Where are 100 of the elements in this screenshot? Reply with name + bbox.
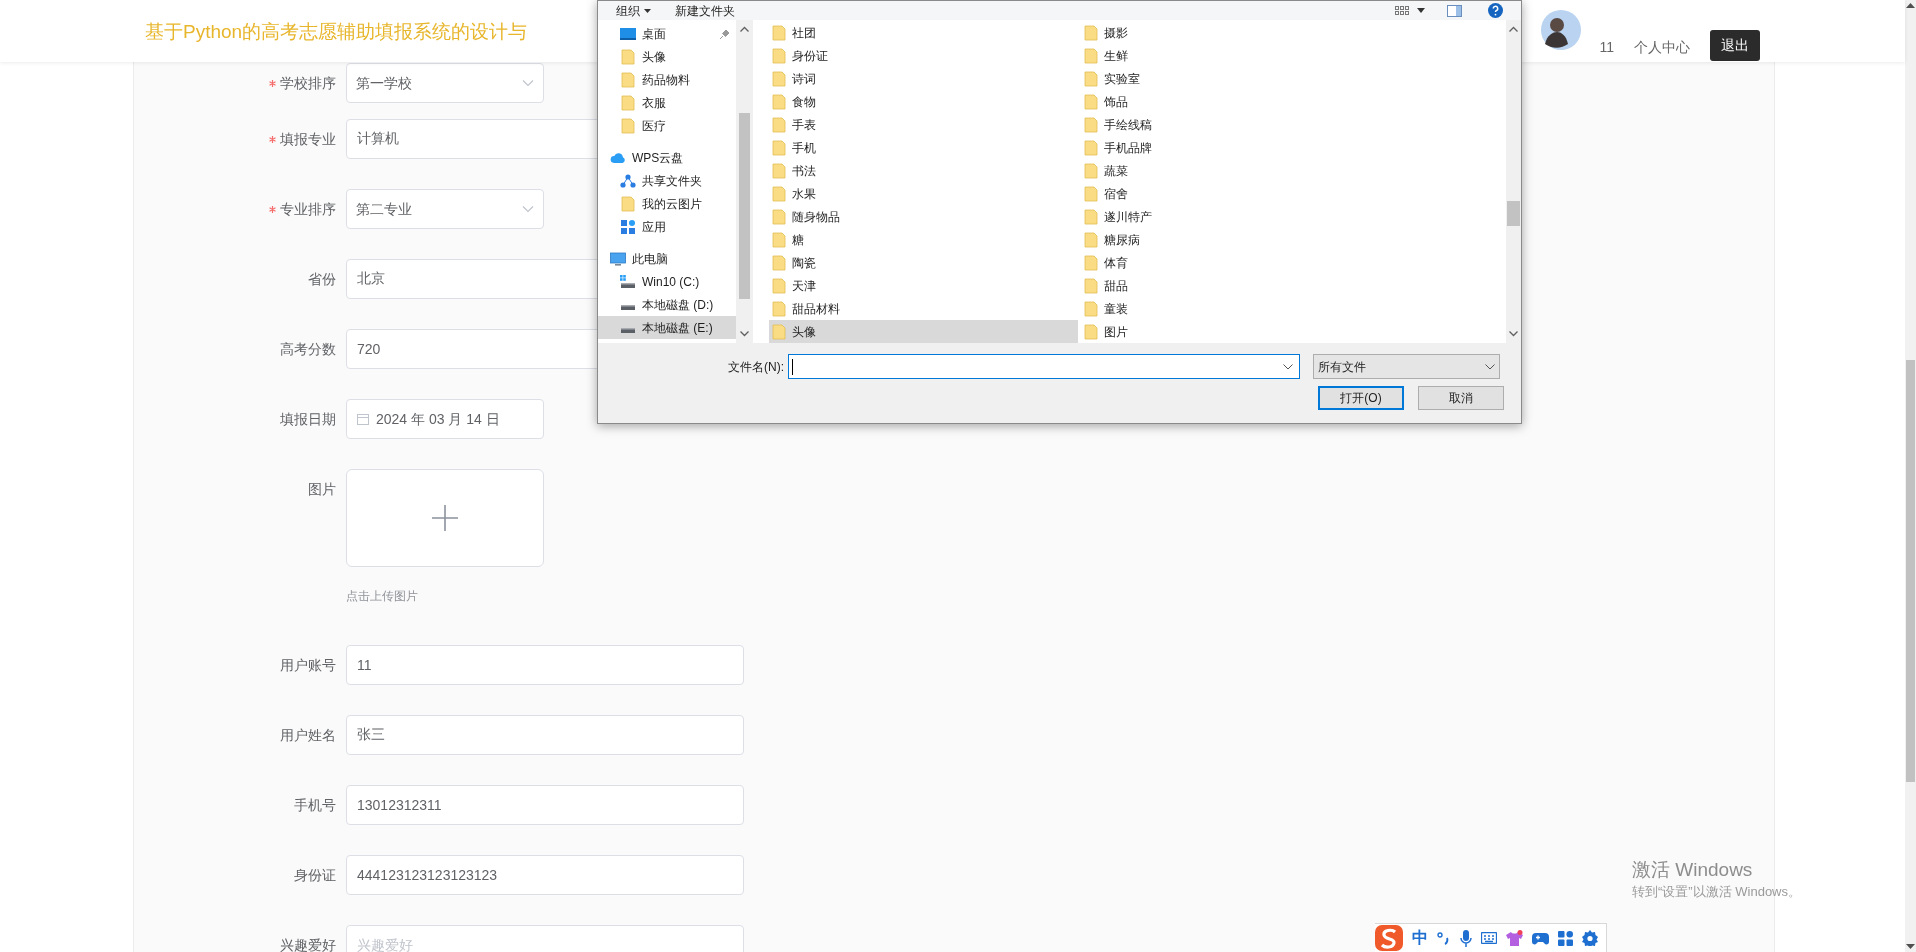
filename-field[interactable] — [788, 354, 1300, 379]
dialog-button[interactable]: 取消 — [1418, 386, 1504, 410]
nav-item[interactable]: 衣服 — [598, 91, 736, 114]
scroll-up-icon[interactable] — [1509, 26, 1518, 32]
file-item[interactable]: 社团 — [769, 21, 1081, 44]
nav-item[interactable]: 头像 — [598, 45, 736, 68]
scroll-down-icon[interactable] — [740, 331, 749, 337]
select-field[interactable]: 第二专业 — [346, 189, 544, 229]
file-item[interactable]: 饰品 — [1081, 90, 1506, 113]
dialog-button[interactable]: 打开(O) — [1318, 386, 1404, 410]
scroll-up-icon[interactable] — [740, 26, 749, 32]
file-item[interactable]: 生鲜 — [1081, 44, 1506, 67]
field-label: 身份证 — [294, 865, 336, 885]
field-label: 填报专业 — [280, 129, 336, 149]
keyboard-icon[interactable] — [1481, 932, 1497, 944]
nav-item[interactable]: 应用 — [598, 215, 736, 238]
input-mode[interactable]: 中 — [1412, 926, 1428, 950]
avatar-icon — [1541, 10, 1582, 50]
nav-item[interactable]: 共享文件夹 — [598, 169, 736, 192]
folder-icon — [1083, 254, 1099, 271]
field-label: 用户账号 — [280, 655, 336, 675]
toolbar-button[interactable]: 新建文件夹 — [675, 2, 735, 19]
field-label: 高考分数 — [280, 339, 336, 359]
nav-item[interactable]: Win10 (C:) — [598, 270, 736, 293]
file-item[interactable]: 体育 — [1081, 251, 1506, 274]
file-item[interactable]: 摄影 — [1081, 21, 1506, 44]
file-item[interactable]: 童装 — [1081, 297, 1506, 320]
field-label: 省份 — [308, 269, 336, 289]
file-type-dropdown[interactable]: 所有文件 — [1313, 354, 1500, 379]
help-icon[interactable] — [1488, 3, 1503, 18]
select-field[interactable]: 第一学校 — [346, 63, 544, 103]
logout-button[interactable]: 退出 — [1710, 30, 1760, 61]
nav-item[interactable]: 药品物料 — [598, 68, 736, 91]
file-item[interactable]: 手表 — [769, 113, 1081, 136]
toolbar-button[interactable]: 组织 — [616, 2, 651, 19]
scrollbar-thumb[interactable] — [1906, 360, 1915, 782]
nav-item[interactable]: 我的云图片 — [598, 192, 736, 215]
apps-icon[interactable] — [1558, 930, 1573, 946]
folder-icon — [620, 117, 636, 134]
chevron-down-icon — [1283, 363, 1293, 370]
file-item[interactable]: 身份证 — [769, 44, 1081, 67]
file-item[interactable]: 水果 — [769, 182, 1081, 205]
folder-icon — [771, 24, 787, 41]
nav-scrollbar[interactable] — [736, 20, 753, 343]
scroll-down-icon[interactable] — [1906, 944, 1915, 950]
file-item[interactable]: 甜品材料 — [769, 297, 1081, 320]
punctuation-icon[interactable] — [1437, 931, 1451, 945]
list-scrollbar[interactable] — [1506, 20, 1521, 343]
profile-link[interactable]: 个人中心 — [1634, 37, 1690, 58]
nav-item[interactable]: 桌面 — [598, 22, 736, 45]
scroll-up-icon[interactable] — [1906, 2, 1915, 8]
folder-icon — [1083, 139, 1099, 156]
folder-icon — [1083, 208, 1099, 225]
input-field[interactable]: 张三 — [346, 715, 744, 755]
file-item[interactable]: 随身物品 — [769, 205, 1081, 228]
preview-pane-icon[interactable] — [1447, 4, 1462, 17]
shirt-icon[interactable] — [1506, 930, 1523, 946]
field-label: 学校排序 — [280, 73, 336, 93]
caret-icon[interactable] — [1417, 8, 1425, 13]
plus-icon — [432, 505, 458, 531]
file-item[interactable]: 诗词 — [769, 67, 1081, 90]
nav-item[interactable]: 本地磁盘 (E:) — [598, 316, 736, 339]
folder-icon — [1083, 47, 1099, 64]
folder-icon — [771, 47, 787, 64]
input-field[interactable]: 11 — [346, 645, 744, 685]
file-item[interactable]: 书法 — [769, 159, 1081, 182]
file-item[interactable]: 手机 — [769, 136, 1081, 159]
file-item[interactable]: 头像 — [769, 320, 1078, 343]
folder-icon — [1083, 185, 1099, 202]
logo-icon[interactable] — [1375, 925, 1403, 951]
file-item[interactable]: 遂川特产 — [1081, 205, 1506, 228]
file-item[interactable]: 陶瓷 — [769, 251, 1081, 274]
input-field[interactable]: 444123123123123123 — [346, 855, 744, 895]
file-item[interactable]: 手机品牌 — [1081, 136, 1506, 159]
file-item[interactable]: 蔬菜 — [1081, 159, 1506, 182]
scroll-down-icon[interactable] — [1509, 331, 1518, 337]
field-label: 图片 — [308, 479, 336, 499]
file-item[interactable]: 糖尿病 — [1081, 228, 1506, 251]
view-grid-icon[interactable] — [1395, 5, 1409, 16]
input-field[interactable]: 13012312311 — [346, 785, 744, 825]
file-item[interactable]: 实验室 — [1081, 67, 1506, 90]
folder-icon — [1083, 162, 1099, 179]
scrollbar-thumb[interactable] — [1507, 201, 1520, 226]
file-item[interactable]: 甜品 — [1081, 274, 1506, 297]
microphone-icon[interactable] — [1460, 929, 1472, 947]
scrollbar[interactable] — [1905, 0, 1916, 952]
folder-icon — [771, 231, 787, 248]
scrollbar-thumb[interactable] — [739, 113, 750, 299]
folder-icon — [771, 116, 787, 133]
file-item[interactable]: 食物 — [769, 90, 1081, 113]
date-field[interactable]: 2024 年 03 月 14 日 — [346, 399, 544, 439]
gamepad-icon[interactable] — [1532, 931, 1549, 945]
settings-icon[interactable] — [1582, 930, 1598, 946]
pin-icon[interactable] — [720, 28, 730, 39]
file-item[interactable]: 图片 — [1081, 320, 1506, 343]
file-item[interactable]: 糖 — [769, 228, 1081, 251]
input-field[interactable]: 兴趣爱好 — [346, 925, 744, 952]
file-item[interactable]: 手绘线稿 — [1081, 113, 1506, 136]
file-item[interactable]: 宿舍 — [1081, 182, 1506, 205]
file-item[interactable]: 天津 — [769, 274, 1081, 297]
